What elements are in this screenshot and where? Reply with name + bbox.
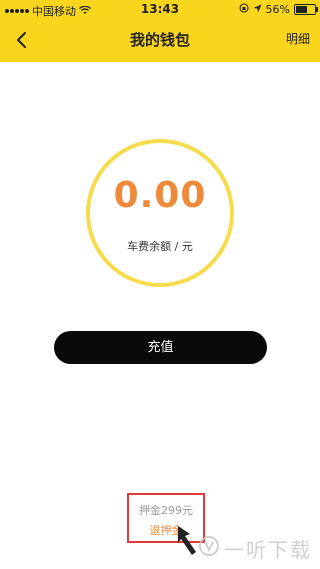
balance-label: 车费余额 / 元 xyxy=(127,240,193,253)
battery-percent: 56% xyxy=(265,3,290,16)
lock-rotation-icon xyxy=(238,3,249,16)
balance-ring: 0.00 车费余额 / 元 xyxy=(86,139,234,287)
navigation-bar: 我的钱包 明细 xyxy=(0,20,320,60)
watermark-text: 一听下载 xyxy=(224,538,312,562)
page-title: 我的钱包 xyxy=(129,31,190,49)
recharge-button[interactable]: 充值 xyxy=(54,331,267,364)
status-bar: 中国移动 13:43 56% xyxy=(0,0,320,18)
header-bar: 中国移动 13:43 56% 我的钱包 明细 xyxy=(0,0,320,62)
status-right: 56% xyxy=(238,3,318,16)
balance-amount: 0.00 xyxy=(113,175,207,216)
detail-button[interactable]: 明细 xyxy=(286,30,310,47)
location-icon xyxy=(253,3,262,16)
watermark: 一听下载 xyxy=(198,534,312,563)
deposit-amount: 押金299元 xyxy=(139,504,193,517)
watermark-logo-icon xyxy=(198,535,220,562)
battery-icon xyxy=(294,4,318,15)
